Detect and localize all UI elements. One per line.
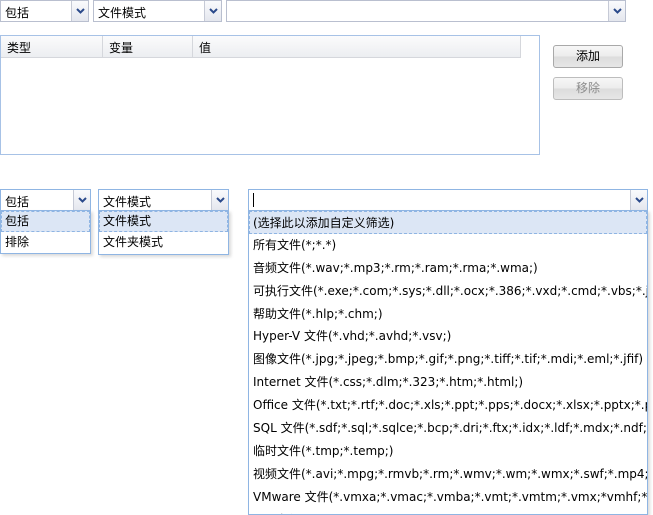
mode-combo-open[interactable]: 文件模式 bbox=[98, 189, 229, 211]
filter-option[interactable]: 音频文件(*.wav;*.mp3;*.rm;*.ram;*.rma;*.wma;… bbox=[249, 257, 647, 280]
filter-option[interactable]: 所有文件(*;*.*) bbox=[249, 234, 647, 257]
chevron-down-icon bbox=[216, 197, 225, 203]
option-folder-mode[interactable]: 文件夹模式 bbox=[99, 232, 228, 253]
filter-option[interactable]: VMware 文件(*.vmxa;*.vmac;*.vmba;*.vmt;*.v… bbox=[249, 486, 647, 509]
column-header-variable[interactable]: 变量 bbox=[103, 36, 193, 58]
mode-dropdown-list: 文件模式 文件夹模式 bbox=[98, 210, 229, 255]
filter-combo[interactable] bbox=[226, 0, 626, 22]
column-header-value[interactable]: 值 bbox=[193, 36, 521, 58]
mode-combo-value: 文件模式 bbox=[103, 195, 152, 209]
rules-table[interactable]: 类型 变量 值 bbox=[0, 35, 540, 155]
chevron-down-icon bbox=[635, 197, 644, 203]
mode-combo-dropdown-button[interactable] bbox=[211, 190, 228, 210]
filter-option[interactable]: SQL 文件(*.sdf;*.sql;*.sqlce;*.bcp;*.dri;*… bbox=[249, 417, 647, 440]
option-include[interactable]: 包括 bbox=[1, 211, 90, 232]
filter-combo-dropdown-button[interactable] bbox=[630, 190, 647, 210]
chevron-down-icon bbox=[76, 8, 85, 14]
chevron-down-icon bbox=[78, 197, 87, 203]
mode-combo-dropdown-button[interactable] bbox=[204, 1, 221, 21]
include-combo-dropdown-button[interactable] bbox=[73, 190, 90, 210]
mode-combo[interactable]: 文件模式 bbox=[93, 0, 222, 22]
filter-option[interactable]: 帮助文件(*.hlp;*.chm;) bbox=[249, 303, 647, 326]
chevron-down-icon bbox=[613, 8, 622, 14]
filter-option[interactable]: Office 文件(*.txt;*.rtf;*.doc;*.xls;*.ppt;… bbox=[249, 394, 647, 417]
filter-option[interactable]: (选择此以添加自定义筛选) bbox=[249, 211, 647, 234]
table-header: 类型 变量 值 bbox=[1, 36, 521, 58]
filter-option[interactable]: 图像文件(*.jpg;*.jpeg;*.bmp;*.gif;*.png;*.ti… bbox=[249, 348, 647, 371]
include-combo-open[interactable]: 包括 bbox=[0, 189, 91, 211]
include-combo-value: 包括 bbox=[5, 6, 30, 20]
chevron-down-icon bbox=[209, 8, 218, 14]
include-combo-dropdown-button[interactable] bbox=[71, 1, 88, 21]
remove-button[interactable]: 移除 bbox=[553, 77, 623, 100]
filter-dropdown-list: (选择此以添加自定义筛选) 所有文件(*;*.*) 音频文件(*.wav;*.mp3… bbox=[248, 210, 648, 515]
include-combo[interactable]: 包括 bbox=[0, 0, 89, 22]
filter-option[interactable]: Hyper-V 文件(*.vhd;*.avhd;*.vsv;) bbox=[249, 325, 647, 348]
include-dropdown-list: 包括 排除 bbox=[0, 210, 91, 254]
filter-option[interactable]: 可执行文件(*.exe;*.com;*.sys;*.dll;*.ocx;*.38… bbox=[249, 280, 647, 303]
column-header-type[interactable]: 类型 bbox=[1, 36, 103, 58]
include-combo-value: 包括 bbox=[5, 195, 30, 209]
text-cursor bbox=[253, 193, 254, 207]
filter-option[interactable]: 视频文件(*.avi;*.mpg;*.rmvb;*.rm;*.wmv;*.wm;… bbox=[249, 463, 647, 486]
filter-option[interactable]: Internet 文件(*.css;*.dlm;*.323;*.htm;*.ht… bbox=[249, 371, 647, 394]
add-button[interactable]: 添加 bbox=[553, 45, 623, 68]
option-exclude[interactable]: 排除 bbox=[1, 232, 90, 253]
filter-option[interactable]: Zip 文件(*.bz;*.bz2;*.gz;*.cab;*.img;*.iso… bbox=[249, 509, 647, 514]
filter-option[interactable]: 临时文件(*.tmp;*.temp;) bbox=[249, 440, 647, 463]
mode-combo-value: 文件模式 bbox=[98, 6, 147, 20]
option-file-mode[interactable]: 文件模式 bbox=[99, 211, 228, 232]
filter-combo-open[interactable] bbox=[248, 189, 648, 211]
filter-combo-dropdown-button[interactable] bbox=[608, 1, 625, 21]
